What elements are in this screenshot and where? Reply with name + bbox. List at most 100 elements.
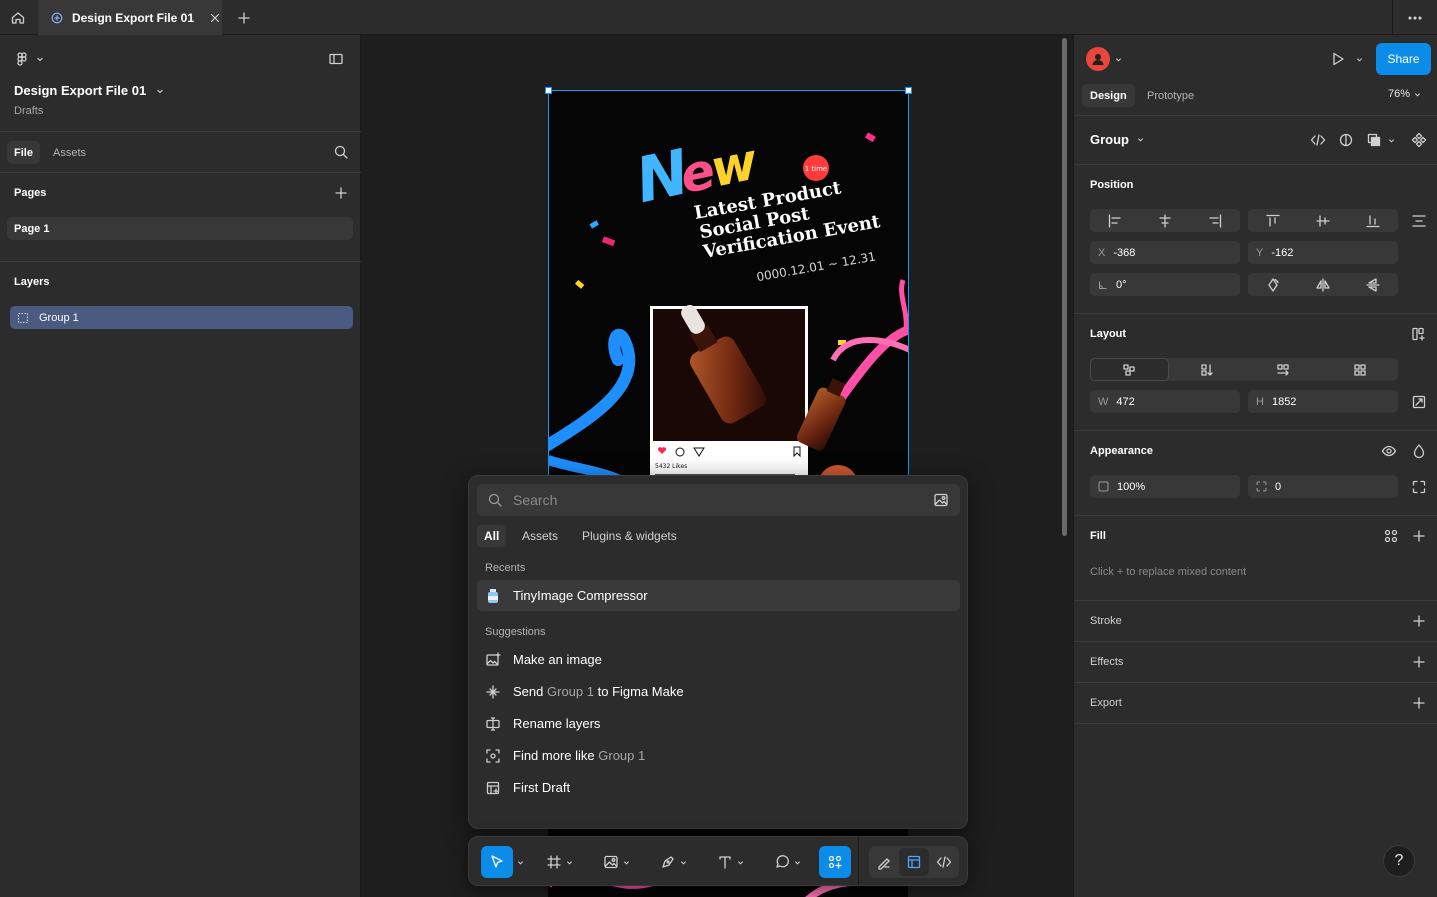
resize-handle[interactable] <box>545 87 552 94</box>
align-right-button[interactable] <box>1190 209 1240 232</box>
component-icon[interactable] <box>1411 132 1427 148</box>
rotation-field[interactable]: 0° <box>1090 273 1240 296</box>
align-left-button[interactable] <box>1090 209 1140 232</box>
image-search-icon[interactable] <box>933 492 949 508</box>
resize-handle[interactable] <box>905 87 912 94</box>
boolean-ops-button[interactable] <box>1366 132 1395 148</box>
more-menu-button[interactable] <box>1392 0 1437 35</box>
image-tool[interactable] <box>596 846 636 878</box>
close-icon[interactable] <box>208 10 222 26</box>
search-box[interactable] <box>477 484 960 516</box>
align-top-button[interactable] <box>1248 209 1298 232</box>
distribute-icon[interactable] <box>1411 213 1427 229</box>
chevron-down-icon <box>794 860 800 865</box>
rotate-button[interactable] <box>1248 273 1298 296</box>
divider <box>0 131 361 132</box>
suggestion-rename-layers[interactable]: Rename layers <box>477 708 960 739</box>
layout-horizontal-button[interactable] <box>1245 358 1322 381</box>
align-bottom-button[interactable] <box>1348 209 1398 232</box>
move-tool[interactable] <box>477 846 527 878</box>
user-menu[interactable] <box>1086 47 1122 71</box>
text-tool[interactable] <box>710 846 750 878</box>
share-button[interactable]: Share <box>1376 43 1431 75</box>
mask-icon[interactable] <box>1338 132 1354 148</box>
new-tab-button[interactable] <box>232 6 256 30</box>
frame-tool[interactable] <box>539 846 579 878</box>
layout-freeform-button[interactable] <box>1090 358 1169 381</box>
file-name-button[interactable]: Design Export File 01 <box>14 83 164 98</box>
selection-type-dropdown[interactable]: Group <box>1090 132 1144 147</box>
actions-tool[interactable] <box>819 846 851 878</box>
help-button[interactable]: ? <box>1383 845 1415 877</box>
independent-corners-icon[interactable] <box>1411 479 1427 495</box>
title-bar: Design Export File 01 <box>0 0 1437 35</box>
plus-icon <box>238 12 250 24</box>
plus-icon[interactable] <box>1411 695 1427 711</box>
layout-grid-button[interactable] <box>1322 358 1399 381</box>
divider <box>1074 313 1437 314</box>
suggestion-send-to-make[interactable]: Send Group 1 to Figma Make <box>477 676 960 707</box>
tab-plugins-widgets[interactable]: Plugins & widgets <box>575 525 684 547</box>
frame-icon <box>546 855 561 869</box>
comment-tool[interactable] <box>767 846 807 878</box>
avatar <box>1086 47 1110 71</box>
align-center-h-button[interactable] <box>1140 209 1190 232</box>
dev-mode-button[interactable] <box>929 846 959 878</box>
code-icon[interactable] <box>1310 132 1326 148</box>
sidebar-toggle-icon <box>329 53 343 65</box>
align-top-icon <box>1266 214 1280 227</box>
pen-tool[interactable] <box>653 846 693 878</box>
constrain-proportions-icon[interactable] <box>1411 394 1427 410</box>
align-bottom-icon <box>1366 214 1380 227</box>
corner-radius-field[interactable]: 0 <box>1248 475 1398 498</box>
suggestion-make-image[interactable]: Make an image <box>477 644 960 675</box>
flip-horizontal-button[interactable] <box>1298 273 1348 296</box>
search-input[interactable] <box>513 490 913 510</box>
tab-assets[interactable]: Assets <box>46 141 93 164</box>
add-page-button[interactable] <box>333 185 349 201</box>
divider <box>0 172 361 173</box>
blend-mode-icon[interactable] <box>1411 443 1427 459</box>
tab-file[interactable]: File <box>7 141 40 164</box>
tab-assets[interactable]: Assets <box>515 525 565 547</box>
eye-icon[interactable] <box>1381 443 1397 459</box>
y-position-field[interactable]: Y -162 <box>1248 241 1398 264</box>
recents-title: Recents <box>485 562 526 574</box>
plus-icon[interactable] <box>1411 528 1427 544</box>
home-button[interactable] <box>0 0 36 35</box>
x-position-field[interactable]: X -368 <box>1090 241 1240 264</box>
tab-design-export-file[interactable]: Design Export File 01 <box>38 0 222 35</box>
toggle-panel-button[interactable] <box>328 51 344 67</box>
divider <box>0 261 361 262</box>
flip-vertical-button[interactable] <box>1348 273 1398 296</box>
draw-mode-button[interactable] <box>869 846 899 878</box>
height-field[interactable]: H 1852 <box>1248 390 1398 413</box>
present-button[interactable] <box>1330 51 1363 67</box>
export-title: Export <box>1090 697 1122 709</box>
styles-icon[interactable] <box>1383 528 1399 544</box>
search-icon <box>334 145 348 159</box>
width-field[interactable]: W 472 <box>1090 390 1240 413</box>
tab-prototype[interactable]: Prototype <box>1140 84 1201 107</box>
tab-all[interactable]: All <box>477 525 507 547</box>
layout-vertical-button[interactable] <box>1169 358 1246 381</box>
search-button[interactable] <box>333 144 349 160</box>
position-title: Position <box>1090 179 1134 191</box>
page-item[interactable]: Page 1 <box>7 217 353 240</box>
auto-layout-icon[interactable] <box>1411 326 1427 342</box>
transform-group <box>1248 273 1398 296</box>
vertical-scrollbar[interactable] <box>1062 38 1067 536</box>
zoom-dropdown[interactable]: 76% <box>1388 88 1421 100</box>
layer-item-group-1[interactable]: Group 1 <box>10 306 353 329</box>
opacity-field[interactable]: 100% <box>1090 475 1240 498</box>
chevron-down-icon <box>157 89 164 93</box>
design-mode-button[interactable] <box>899 848 929 876</box>
suggestion-first-draft[interactable]: First Draft <box>477 772 960 803</box>
plus-icon[interactable] <box>1411 613 1427 629</box>
suggestion-find-more[interactable]: Find more like Group 1 <box>477 740 960 771</box>
recent-item-tinyimage[interactable]: TinyImage Compressor <box>477 580 960 611</box>
main-menu-button[interactable] <box>14 51 44 67</box>
tab-design[interactable]: Design <box>1082 84 1135 107</box>
plus-icon[interactable] <box>1411 654 1427 670</box>
align-center-v-button[interactable] <box>1298 209 1348 232</box>
